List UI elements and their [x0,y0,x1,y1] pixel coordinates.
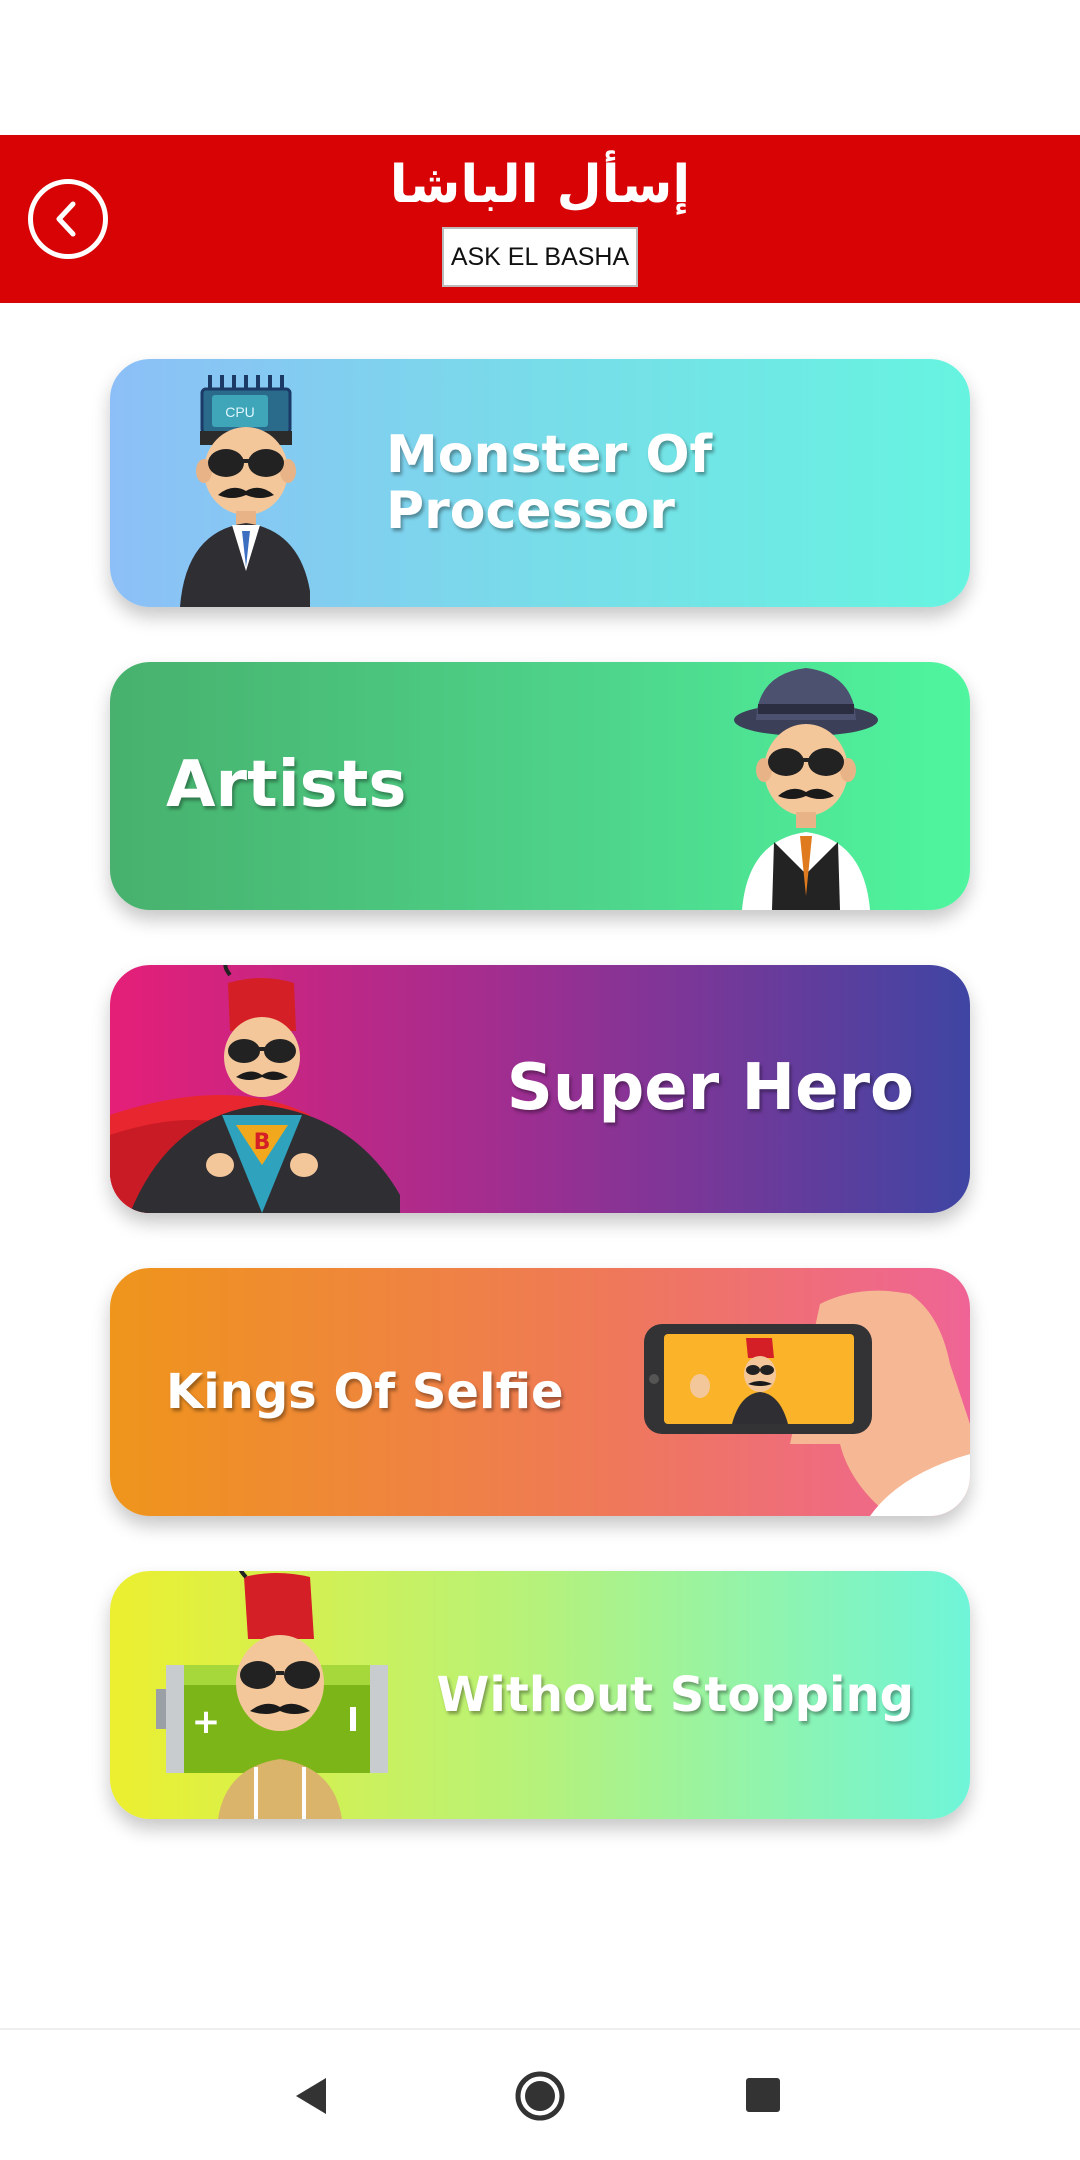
superhero-man-illustration: B [110,965,400,1213]
page-title-english: ASK EL BASHA [442,227,638,287]
category-card-monster-of-processor[interactable]: CPU Monster Of Processor [110,359,970,607]
category-label: Super Hero [506,1051,914,1125]
cpu-man-illustration: CPU [180,375,310,607]
category-card-artists[interactable]: Artists [110,662,970,910]
cpu-chip-label: CPU [225,404,255,420]
triangle-back-icon[interactable] [292,2074,332,2118]
artist-man-illustration [734,668,878,910]
circle-home-icon[interactable] [514,2070,566,2122]
page-title-arabic: إسأل الباشا [389,155,691,215]
superhero-emblem-letter: B [254,1130,271,1155]
category-label-line2: Processor [386,481,675,541]
screen: إسأل الباشا ASK EL BASHA CPU Monster Of … [0,0,1080,2160]
category-label: Artists [166,748,407,822]
selfie-phone-illustration [644,1290,970,1516]
category-label-line1: Monster Of [386,425,713,485]
system-nav-bar [0,2028,1080,2160]
category-card-without-stopping[interactable]: + Without Stopping [110,1571,970,1819]
category-label: Without Stopping [436,1667,914,1723]
status-bar [0,0,1080,135]
category-card-kings-of-selfie[interactable]: Kings Of Selfie [110,1268,970,1516]
svg-text:+: + [192,1702,221,1742]
battery-man-illustration: + [156,1571,388,1819]
app-header: إسأل الباشا ASK EL BASHA [0,135,1080,303]
category-label: Kings Of Selfie [166,1364,564,1420]
category-card-super-hero[interactable]: B Super Hero [110,965,970,1213]
square-recents-icon[interactable] [744,2076,782,2114]
